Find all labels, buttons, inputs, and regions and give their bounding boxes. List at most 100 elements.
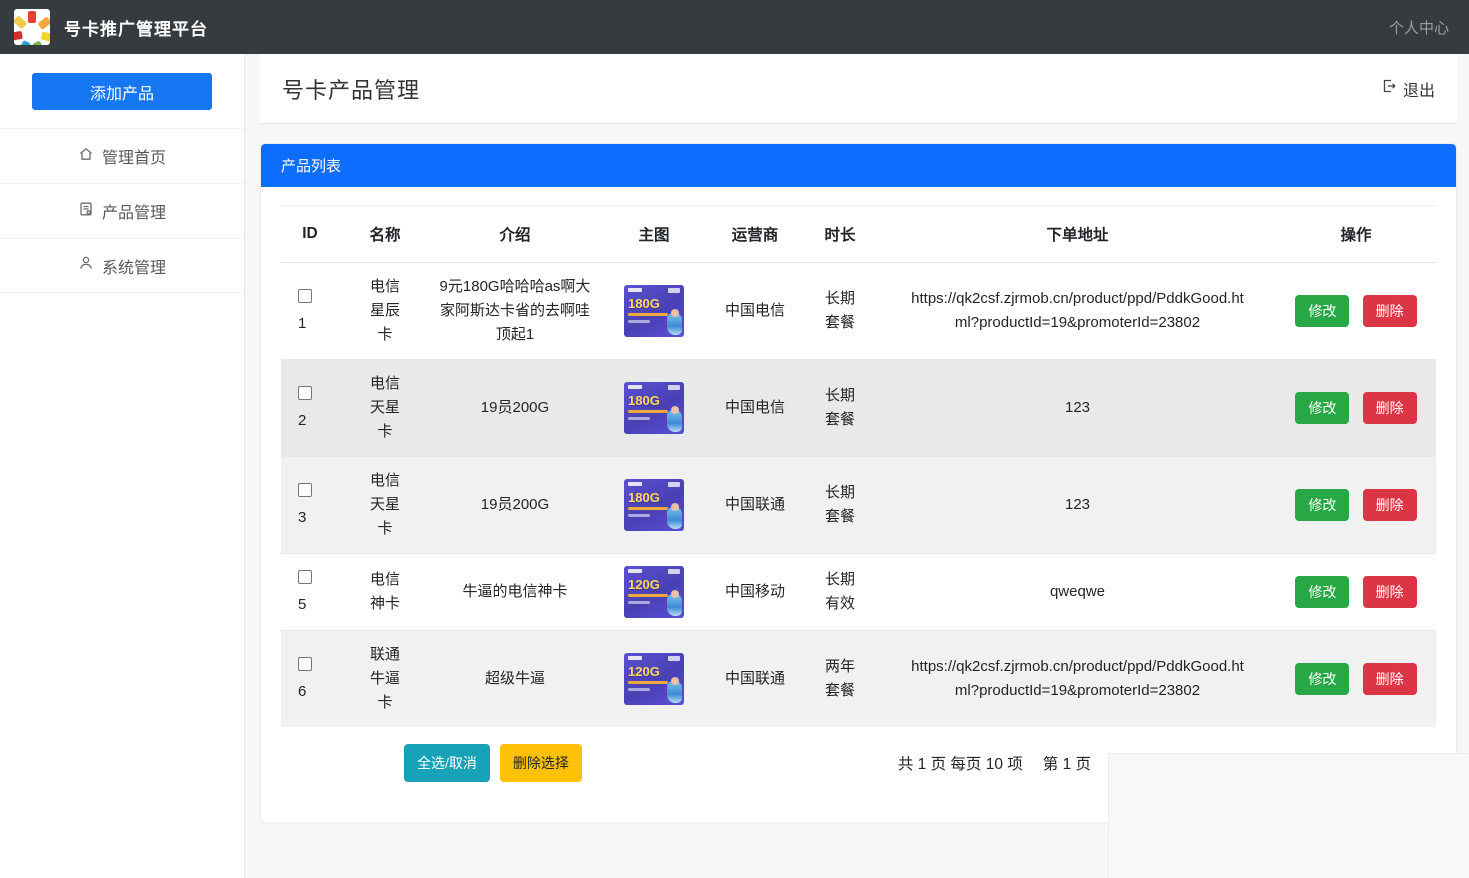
column-header: 下单地址	[879, 206, 1276, 263]
operator: 中国移动	[725, 583, 785, 600]
product-table: ID名称介绍主图运营商时长下单地址操作 1 电信星辰卡 9元180G哈哈哈as啊…	[281, 205, 1436, 727]
duration: 长期套餐	[824, 384, 856, 432]
sidebar-item-products[interactable]: 产品管理	[0, 183, 244, 238]
sidebar: 添加产品 管理首页 产品管理	[0, 54, 245, 878]
operator: 中国联通	[725, 670, 785, 687]
sidebar-item-system[interactable]: 系统管理	[0, 238, 244, 293]
order-url: https://qk2csf.zjrmob.cn/product/ppd/Pdd…	[908, 287, 1248, 335]
badge-icon	[668, 288, 680, 293]
product-description: 超级牛逼	[439, 667, 591, 691]
table-row: 2 电信天星卡 19员200G 180G 中国电信 长期套餐 123 修改 删除	[281, 360, 1436, 457]
operator: 中国联通	[725, 496, 785, 513]
edit-button[interactable]: 修改	[1295, 392, 1349, 424]
column-header: 主图	[599, 206, 709, 263]
product-name: 联通牛逼卡	[369, 643, 401, 715]
sidebar-item-label: 系统管理	[102, 254, 166, 278]
edit-button[interactable]: 修改	[1295, 489, 1349, 521]
delete-button[interactable]: 删除	[1363, 489, 1417, 521]
product-id: 2	[298, 409, 306, 433]
carrier-logo-icon	[628, 656, 642, 660]
edit-button[interactable]: 修改	[1295, 295, 1349, 327]
carrier-logo-icon	[628, 569, 642, 573]
app-logo	[14, 9, 50, 45]
order-url: qweqwe	[908, 580, 1248, 604]
duration: 长期套餐	[824, 481, 856, 529]
mascot-illustration	[667, 594, 682, 616]
home-icon	[78, 146, 94, 167]
column-header: 运营商	[709, 206, 801, 263]
product-image: 180G	[624, 382, 684, 434]
product-list-card: 产品列表 ID名称介绍主图运营商时长下单地址操作 1 电信星辰卡 9元180G哈…	[260, 143, 1457, 823]
sidebar-item-label: 管理首页	[102, 144, 166, 168]
column-header: 时长	[801, 206, 879, 263]
badge-icon	[668, 385, 680, 390]
operator: 中国电信	[725, 302, 785, 319]
column-header: 操作	[1276, 206, 1436, 263]
select-all-button[interactable]: 全选/取消	[404, 744, 490, 782]
edit-button[interactable]: 修改	[1295, 576, 1349, 608]
delete-button[interactable]: 删除	[1363, 392, 1417, 424]
table-row: 3 电信天星卡 19员200G 180G 中国联通 长期套餐 123 修改 删除	[281, 457, 1436, 554]
carrier-logo-icon	[628, 288, 642, 292]
carrier-logo-icon	[628, 482, 642, 486]
order-url: 123	[908, 396, 1248, 420]
mascot-illustration	[667, 410, 682, 432]
badge-icon	[668, 482, 680, 487]
user-icon	[78, 255, 94, 276]
product-name: 电信天星卡	[369, 372, 401, 444]
delete-selected-button[interactable]: 删除选择	[500, 744, 582, 782]
product-id: 3	[298, 506, 306, 530]
page-title: 号卡产品管理	[282, 73, 420, 105]
row-checkbox[interactable]	[298, 483, 312, 497]
add-product-button[interactable]: 添加产品	[32, 73, 212, 110]
table-row: 5 电信神卡 牛逼的电信神卡 120G 中国移动 长期有效 qweqwe 修改 …	[281, 554, 1436, 631]
product-image: 120G	[624, 653, 684, 705]
sidebar-item-label: 产品管理	[102, 199, 166, 223]
product-name: 电信神卡	[369, 568, 401, 616]
order-url: 123	[908, 493, 1248, 517]
pagination: 共 1 页 每页 10 项 第 1 页	[898, 752, 1091, 774]
duration: 长期有效	[824, 568, 856, 616]
row-checkbox[interactable]	[298, 386, 312, 400]
mascot-illustration	[667, 681, 682, 703]
bottom-right-panel	[1108, 753, 1469, 878]
product-table-head: ID名称介绍主图运营商时长下单地址操作	[281, 206, 1436, 263]
table-row: 6 联通牛逼卡 超级牛逼 120G 中国联通 两年套餐 https://qk2c…	[281, 631, 1436, 728]
pagination-summary: 共 1 页 每页 10 项	[898, 752, 1023, 774]
duration: 长期套餐	[824, 287, 856, 335]
sidebar-menu: 管理首页 产品管理 系统管理	[0, 128, 244, 293]
top-navbar: 号卡推广管理平台 个人中心	[0, 0, 1469, 54]
edit-button[interactable]: 修改	[1295, 663, 1349, 695]
product-image: 180G	[624, 285, 684, 337]
operator: 中国电信	[725, 399, 785, 416]
row-checkbox[interactable]	[298, 289, 312, 303]
header-row: ID名称介绍主图运营商时长下单地址操作	[281, 206, 1436, 263]
badge-icon	[668, 656, 680, 661]
logout-button[interactable]: 退出	[1381, 77, 1435, 101]
duration: 两年套餐	[824, 655, 856, 703]
product-id: 1	[298, 312, 306, 336]
mascot-illustration	[667, 313, 682, 335]
document-icon	[78, 201, 94, 222]
badge-icon	[668, 569, 680, 574]
row-checkbox[interactable]	[298, 657, 312, 671]
product-description: 19员200G	[439, 493, 591, 517]
delete-button[interactable]: 删除	[1363, 295, 1417, 327]
order-url: https://qk2csf.zjrmob.cn/product/ppd/Pdd…	[908, 655, 1248, 703]
panel-header: 产品列表	[261, 144, 1456, 187]
sidebar-item-home[interactable]: 管理首页	[0, 128, 244, 183]
logout-label: 退出	[1403, 77, 1435, 101]
mascot-illustration	[667, 507, 682, 529]
carrier-logo-icon	[628, 385, 642, 389]
profile-center-link[interactable]: 个人中心	[1389, 17, 1449, 38]
row-checkbox[interactable]	[298, 570, 312, 584]
delete-button[interactable]: 删除	[1363, 663, 1417, 695]
product-description: 19员200G	[439, 396, 591, 420]
product-image: 120G	[624, 566, 684, 618]
logout-icon	[1381, 78, 1397, 99]
column-header: ID	[281, 206, 339, 263]
page-header: 号卡产品管理 退出	[260, 54, 1457, 124]
product-name: 电信星辰卡	[369, 275, 401, 347]
delete-button[interactable]: 删除	[1363, 576, 1417, 608]
product-id: 5	[298, 593, 306, 617]
